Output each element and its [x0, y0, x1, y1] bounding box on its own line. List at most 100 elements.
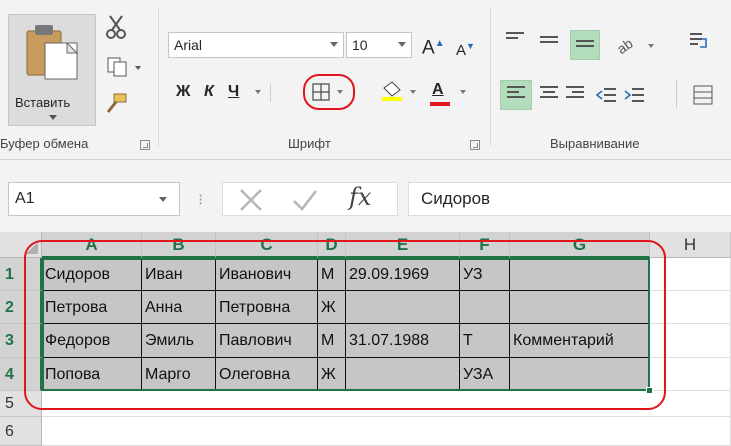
decrease-indent-icon[interactable]: [596, 86, 618, 104]
ribbon: Вставить Буфер обмена Arial 10 A▲ A▼ Ж К…: [0, 0, 731, 160]
clipboard-launcher-icon[interactable]: [140, 140, 150, 150]
column-header-f[interactable]: F: [460, 232, 510, 258]
merge-center-icon[interactable]: [692, 84, 714, 106]
cell-b2[interactable]: Анна: [142, 291, 216, 324]
font-size-dropdown[interactable]: 10: [346, 32, 412, 58]
cell-c1[interactable]: Иванович: [216, 258, 318, 291]
cell-f2[interactable]: [460, 291, 510, 324]
row-header-6[interactable]: 6: [0, 417, 42, 446]
cell-d3[interactable]: М: [318, 324, 346, 358]
column-header-a[interactable]: A: [42, 232, 142, 258]
cell-h1[interactable]: [650, 258, 731, 291]
column-header-e[interactable]: E: [346, 232, 460, 258]
cell-a2[interactable]: Петрова: [42, 291, 142, 324]
cancel-icon[interactable]: [237, 186, 265, 214]
align-center-icon[interactable]: [540, 86, 558, 102]
column-header-b[interactable]: B: [142, 232, 216, 258]
font-color-letter: A: [432, 81, 444, 98]
row-header-2[interactable]: 2: [0, 291, 42, 324]
column-label: H: [683, 235, 697, 254]
align-right-icon[interactable]: [566, 86, 584, 102]
column-header-g[interactable]: G: [510, 232, 650, 258]
borders-icon[interactable]: [311, 82, 331, 102]
cell-g2[interactable]: [510, 291, 650, 324]
row-label: 5: [5, 395, 14, 412]
cell-g1[interactable]: [510, 258, 650, 291]
cell-d4[interactable]: Ж: [318, 358, 346, 391]
copy-dropdown-arrow[interactable]: [135, 66, 141, 70]
font-launcher-icon[interactable]: [470, 140, 480, 150]
cell-h4[interactable]: [650, 358, 731, 391]
align-left-icon: [507, 86, 525, 102]
cell-f1[interactable]: УЗ: [460, 258, 510, 291]
align-top-icon[interactable]: [506, 32, 524, 48]
increase-indent-icon[interactable]: [624, 86, 646, 104]
cell-f3[interactable]: Т: [460, 324, 510, 358]
fill-color-icon[interactable]: [380, 80, 406, 102]
name-box[interactable]: A1: [8, 182, 180, 216]
cell-g3[interactable]: Комментарий: [510, 324, 650, 358]
fill-color-dropdown-arrow[interactable]: [410, 90, 416, 94]
empty-row-6[interactable]: [42, 417, 731, 446]
cell-g4[interactable]: [510, 358, 650, 391]
fill-handle[interactable]: [646, 387, 653, 394]
shrink-font-button[interactable]: A▼: [456, 36, 475, 61]
row-header-3[interactable]: 3: [0, 324, 42, 358]
format-painter-icon[interactable]: [104, 92, 128, 116]
cell-e2[interactable]: [346, 291, 460, 324]
cell-a3[interactable]: Федоров: [42, 324, 142, 358]
cell-e3[interactable]: 31.07.1988: [346, 324, 460, 358]
column-header-c[interactable]: C: [216, 232, 318, 258]
paste-button[interactable]: Вставить: [8, 14, 96, 126]
formula-bar-grip-icon[interactable]: ⁝: [198, 190, 203, 210]
cell-h2[interactable]: [650, 291, 731, 324]
enter-check-icon[interactable]: [291, 186, 319, 214]
orientation-icon[interactable]: ab: [614, 32, 640, 54]
row-label: 3: [5, 332, 14, 349]
row-header-4[interactable]: 4: [0, 358, 42, 391]
italic-button[interactable]: К: [204, 82, 214, 102]
font-color-dropdown-arrow[interactable]: [460, 90, 466, 94]
cell-c3[interactable]: Павлович: [216, 324, 318, 358]
insert-function-icon[interactable]: fx: [349, 183, 371, 211]
underline-dropdown-arrow[interactable]: [255, 90, 261, 94]
cell-b3[interactable]: Эмиль: [142, 324, 216, 358]
formula-input[interactable]: Сидоров: [408, 182, 731, 216]
cell-e4[interactable]: [346, 358, 460, 391]
orientation-dropdown-arrow[interactable]: [648, 44, 654, 48]
row-header-1[interactable]: 1: [0, 258, 42, 291]
bold-button[interactable]: Ж: [176, 82, 190, 102]
font-name-dropdown[interactable]: Arial: [168, 32, 344, 58]
wrap-text-icon[interactable]: [688, 30, 710, 52]
cell-a4[interactable]: Попова: [42, 358, 142, 391]
copy-icon[interactable]: [106, 56, 128, 78]
row-header-5[interactable]: 5: [0, 391, 42, 417]
toolbar-separator: [676, 80, 677, 108]
cut-icon[interactable]: [104, 14, 128, 40]
cell-b1[interactable]: Иван: [142, 258, 216, 291]
cell-h3[interactable]: [650, 324, 731, 358]
cell-f4[interactable]: УЗА: [460, 358, 510, 391]
borders-dropdown-arrow[interactable]: [337, 90, 343, 94]
underline-button[interactable]: Ч: [228, 82, 239, 102]
column-header-h[interactable]: H: [650, 232, 731, 258]
column-label: B: [172, 235, 185, 254]
cell-c2[interactable]: Петровна: [216, 291, 318, 324]
cell-d1[interactable]: М: [318, 258, 346, 291]
grow-font-button[interactable]: A▲: [422, 34, 445, 58]
column-label: G: [572, 235, 587, 254]
svg-text:ab: ab: [614, 35, 636, 54]
font-color-button[interactable]: A: [432, 80, 444, 100]
chevron-down-icon[interactable]: [159, 197, 167, 202]
cell-e1[interactable]: 29.09.1969: [346, 258, 460, 291]
cell-d2[interactable]: Ж: [318, 291, 346, 324]
empty-row-5[interactable]: [42, 391, 731, 417]
paste-dropdown-arrow[interactable]: [49, 115, 57, 120]
cell-c4[interactable]: Олеговна: [216, 358, 318, 391]
column-header-d[interactable]: D: [318, 232, 346, 258]
select-all-corner[interactable]: [0, 232, 42, 258]
name-box-value: A1: [15, 190, 35, 207]
cell-a1[interactable]: Сидоров: [42, 258, 142, 291]
cell-b4[interactable]: Марго: [142, 358, 216, 391]
align-middle-icon[interactable]: [540, 36, 558, 52]
